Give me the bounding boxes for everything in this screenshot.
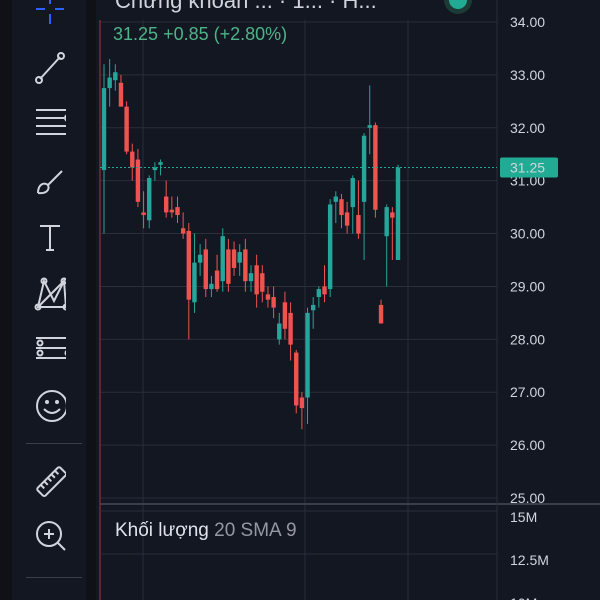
price-tick-label: 33.00	[510, 67, 545, 83]
candle-up	[192, 262, 197, 303]
candle-down	[288, 312, 293, 345]
candle-down	[214, 270, 220, 290]
candle-down	[271, 297, 276, 308]
candle-down	[339, 199, 344, 216]
candle-down	[175, 207, 180, 216]
candle-down	[186, 230, 192, 300]
volume-tick-label: 15M	[510, 509, 537, 525]
last-price-label: 31.25	[510, 159, 545, 175]
candle-up	[333, 196, 339, 202]
candle-up	[395, 167, 401, 260]
price-quote: 31.25 +0.85 (+2.80%)	[113, 24, 287, 45]
candle-down	[231, 249, 237, 268]
candle-up	[361, 135, 367, 202]
candle-down	[254, 265, 259, 295]
candle-up	[367, 125, 372, 128]
volume-tick-label: 10M	[510, 595, 537, 600]
price-tick-label: 30.00	[510, 226, 545, 242]
candle-down	[294, 352, 299, 406]
candle-down	[226, 249, 231, 284]
price-change-pct: (+2.80%)	[213, 24, 288, 44]
volume-params: 20 SMA 9	[214, 520, 297, 541]
candle-down	[265, 294, 271, 300]
candle-up	[147, 178, 152, 221]
price-tick-label: 28.00	[510, 331, 545, 347]
candle-down	[180, 228, 186, 234]
candle-down	[299, 397, 305, 409]
candle-down	[356, 215, 361, 234]
price-tick-label: 34.00	[510, 14, 545, 30]
volume-title: Khối lượng	[115, 520, 209, 541]
candle-down	[282, 302, 288, 329]
candle-down	[169, 209, 175, 213]
candle-down	[135, 159, 141, 202]
candle-up	[316, 289, 322, 298]
candle-up	[384, 207, 389, 237]
price-tick-label: 29.00	[510, 278, 545, 294]
price-change: +0.85	[163, 24, 209, 44]
price-chart[interactable]: 34.0033.0032.0031.0030.0029.0028.0027.00…	[0, 0, 600, 600]
candle-down	[163, 196, 169, 213]
candle-down	[130, 151, 135, 168]
candle-down	[118, 82, 124, 107]
candle-up	[107, 77, 112, 89]
candle-up	[220, 236, 225, 282]
candle-down	[260, 273, 265, 292]
candle-down	[124, 106, 129, 152]
candle-up	[248, 273, 254, 282]
candle-up	[350, 178, 355, 208]
candle-down	[203, 249, 208, 290]
candle-up	[305, 312, 310, 398]
candle-down	[141, 212, 146, 216]
candle-down	[390, 212, 395, 218]
candle-down	[378, 304, 384, 324]
symbol-title[interactable]: Chứng khoán ... · 1... · H...	[115, 0, 377, 14]
price-tick-label: 27.00	[510, 384, 545, 400]
candle-down	[243, 249, 248, 282]
last-price: 31.25	[113, 24, 159, 44]
candle-up	[101, 88, 107, 171]
candle-up	[277, 323, 282, 340]
candle-up	[158, 162, 163, 165]
volume-tick-label: 12.5M	[510, 552, 549, 568]
price-tick-label: 26.00	[510, 437, 545, 453]
volume-legend[interactable]: Khối lượng 20 SMA 9	[115, 520, 297, 542]
candle-down	[322, 286, 327, 295]
candle-up	[209, 283, 214, 290]
candle-up	[327, 204, 333, 290]
candle-up	[113, 72, 118, 81]
candle-up	[197, 254, 203, 263]
candle-up	[237, 252, 242, 263]
candle-down	[344, 212, 350, 226]
price-tick-label: 32.00	[510, 120, 545, 136]
candle-up	[310, 304, 316, 311]
